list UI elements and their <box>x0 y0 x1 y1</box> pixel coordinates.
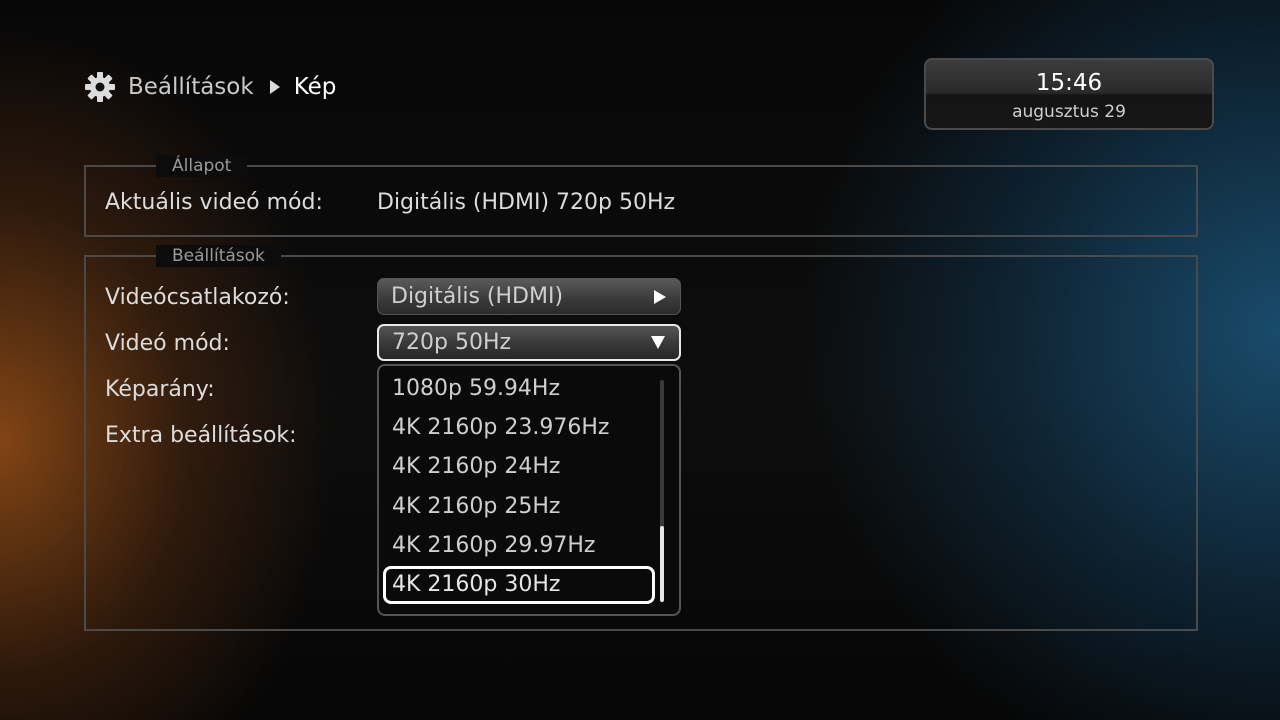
extra-settings-label[interactable]: Extra beállítások: <box>105 423 297 448</box>
settings-legend: Beállítások <box>156 245 281 267</box>
clock-panel: 15:46 augusztus 29 <box>924 58 1214 130</box>
breadcrumb-root[interactable]: Beállítások <box>128 74 254 100</box>
current-mode-label: Aktuális videó mód: <box>105 190 323 215</box>
current-mode-value: Digitális (HDMI) 720p 50Hz <box>377 190 676 215</box>
options-scrollbar[interactable] <box>660 380 664 602</box>
gear-icon <box>85 72 115 102</box>
status-legend: Állapot <box>156 155 248 177</box>
aspect-ratio-label: Képarány: <box>105 377 215 402</box>
arrow-down-icon <box>651 336 665 349</box>
clock-time: 15:46 <box>1035 70 1103 96</box>
video-mode-option[interactable]: 4K 2160p 25Hz <box>383 488 655 526</box>
arrow-right-icon <box>654 289 666 304</box>
video-mode-option[interactable]: 4K 2160p 23.976Hz <box>383 409 655 447</box>
video-connector-value: Digitális (HDMI) <box>391 284 564 309</box>
breadcrumb: Beállítások Kép <box>84 68 336 106</box>
video-mode-options-list[interactable]: 1080p 59.94Hz 4K 2160p 23.976Hz 4K 2160p… <box>377 364 681 616</box>
breadcrumb-separator-icon <box>269 80 280 94</box>
connector-label: Videócsatlakozó: <box>105 285 290 310</box>
video-mode-label: Videó mód: <box>105 331 230 356</box>
status-group: Állapot Aktuális videó mód: Digitális (H… <box>84 155 1198 237</box>
video-mode-option[interactable]: 1080p 59.94Hz <box>383 370 655 408</box>
clock-date: augusztus 29 <box>1012 102 1126 122</box>
video-mode-option-selected[interactable]: 4K 2160p 30Hz <box>383 566 655 604</box>
video-connector-selector[interactable]: Digitális (HDMI) <box>377 278 681 315</box>
page-title: Kép <box>293 74 337 100</box>
video-mode-option[interactable]: 4K 2160p 29.97Hz <box>383 527 655 565</box>
video-mode-option[interactable]: 4K 2160p 24Hz <box>383 448 655 486</box>
scrollbar-thumb[interactable] <box>660 526 664 602</box>
video-mode-value: 720p 50Hz <box>392 330 512 355</box>
video-mode-dropdown[interactable]: 720p 50Hz <box>377 324 681 361</box>
